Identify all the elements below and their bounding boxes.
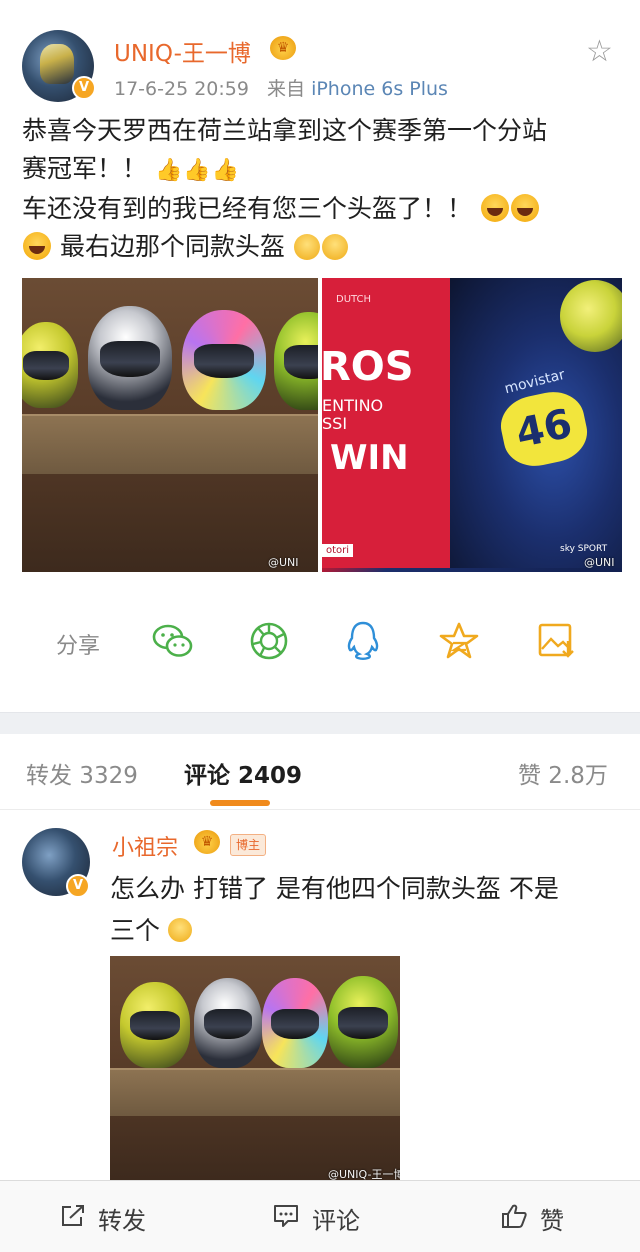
photo-watermark: @UNI (268, 556, 299, 569)
helmet-image (88, 306, 172, 410)
race-rider-firstname: ENTINO (322, 396, 384, 415)
post-text: 恭喜今天罗西在荷兰站拿到这个赛季第一个分站 赛冠军！！ 👍👍👍 车还没有到的我已… (22, 112, 622, 266)
comment-text: 怎么办 打错了 是有他四个同款头盔 不是 三个 (110, 868, 620, 952)
post-text-line: 恭喜今天罗西在荷兰站拿到这个赛季第一个分站 (22, 116, 548, 145)
tab-reposts[interactable]: 转发 3329 (26, 756, 138, 790)
post-text-segment: 最右边那个同款头盔 (59, 232, 285, 261)
avatar-rider-image (40, 44, 74, 84)
race-tv-logo: sky SPORT (560, 544, 608, 554)
tab-comments[interactable]: 评论 2409 (184, 756, 302, 790)
post-photo-helmets[interactable]: @UNI (22, 278, 318, 572)
comment-text-segment: 三个 (110, 916, 161, 945)
thinking-emoji-icon (321, 234, 348, 260)
race-bike-image: movistar 46 (450, 278, 622, 568)
tab-likes[interactable]: 赞 2.8万 (518, 756, 608, 790)
photo-watermark: @UNIQ-王一博 (328, 1168, 400, 1180)
bottom-action-bar: 转发 评论 赞 (0, 1180, 640, 1252)
helmet-image (262, 978, 328, 1068)
vip-crown-icon: ♛ (194, 830, 220, 854)
comment-icon (272, 1203, 300, 1235)
section-divider (0, 712, 640, 734)
share-row: 分享 (0, 614, 640, 670)
post-text-line: 最右边那个同款头盔 (22, 228, 622, 266)
post-text-segment: 赛冠军！！ (22, 154, 148, 183)
interaction-tabs: 转发 3329 评论 2409 赞 2.8万 (0, 734, 640, 810)
repost-button[interactable]: 转发 (60, 1201, 146, 1236)
moments-icon[interactable] (246, 620, 292, 662)
helmet-image (194, 978, 262, 1068)
author-badge: 博主 (230, 834, 266, 856)
repost-icon (60, 1204, 86, 1234)
comment-text-line: 怎么办 打错了 是有他四个同款头盔 不是 (110, 874, 559, 903)
helmet-image (120, 982, 190, 1068)
smile-emoji-icon (167, 918, 192, 942)
verified-v-badge-icon: V (66, 874, 90, 898)
helmet-image (328, 976, 398, 1068)
save-image-icon[interactable] (534, 620, 580, 662)
race-win-label: WIN (330, 438, 409, 478)
laugh-emoji-icon (480, 194, 509, 222)
share-label: 分享 (56, 634, 101, 659)
helmet-boxes (110, 1068, 400, 1116)
post-photo-race[interactable]: DUTCH ROS ENTINO SSI WIN otori movistar … (322, 278, 622, 572)
thumbs-up-icon: 👍👍👍 (154, 158, 241, 183)
qq-icon[interactable] (340, 620, 386, 662)
helmet-boxes (22, 414, 318, 474)
favorite-star-icon[interactable]: ☆ (586, 36, 613, 68)
rider-helmet-image (560, 280, 622, 352)
photo-watermark: @UNI (584, 556, 615, 569)
post-meta: 17-6-25 20:59 来自 iPhone 6s Plus (114, 74, 448, 101)
race-label: DUTCH (336, 294, 372, 305)
comment-text-line: 三个 (110, 910, 620, 952)
comment-label: 评论 (312, 1207, 360, 1235)
comment-button[interactable]: 评论 (272, 1201, 360, 1236)
weibo-post-card: V UNIQ-王一博 ♛ 17-6-25 20:59 来自 iPhone 6s … (0, 0, 640, 712)
post-text-line: 车还没有到的我已经有您三个头盔了！！ (22, 190, 622, 228)
helmet-image (182, 310, 266, 410)
verified-v-badge-icon: V (72, 76, 96, 100)
qzone-star-icon[interactable] (436, 620, 482, 662)
helmet-image (274, 312, 318, 410)
race-rider-name: ROS (322, 344, 414, 390)
comment-photo-helmets[interactable]: @UNIQ-王一博 (110, 956, 400, 1180)
race-rider-surname: SSI (322, 414, 348, 433)
laugh-emoji-icon (23, 232, 51, 260)
post-time: 17-6-25 20:59 (114, 78, 249, 100)
like-label: 赞 (540, 1207, 564, 1235)
helmet-image (22, 322, 78, 408)
post-text-line: 赛冠军！！ 👍👍👍 (22, 150, 622, 190)
vip-crown-icon: ♛ (270, 36, 296, 60)
thinking-emoji-icon (293, 234, 320, 260)
race-sponsor: otori (322, 544, 354, 557)
post-text-segment: 车还没有到的我已经有您三个头盔了！！ (22, 194, 473, 223)
active-tab-indicator (210, 800, 270, 806)
post-source-prefix: 来自 (267, 78, 306, 100)
bike-number: 46 (495, 386, 593, 472)
thumbs-up-icon (500, 1203, 528, 1235)
post-source[interactable]: iPhone 6s Plus (311, 78, 448, 100)
comment-item: V 小祖宗 ♛ 博主 怎么办 打错了 是有他四个同款头盔 不是 三个 @UNIQ… (0, 810, 640, 1180)
wechat-icon[interactable] (150, 620, 196, 662)
post-username[interactable]: UNIQ-王一博 (114, 34, 251, 68)
comment-username[interactable]: 小祖宗 (112, 830, 178, 862)
laugh-emoji-icon (510, 194, 539, 222)
repost-label: 转发 (98, 1207, 146, 1235)
like-button[interactable]: 赞 (500, 1201, 564, 1236)
